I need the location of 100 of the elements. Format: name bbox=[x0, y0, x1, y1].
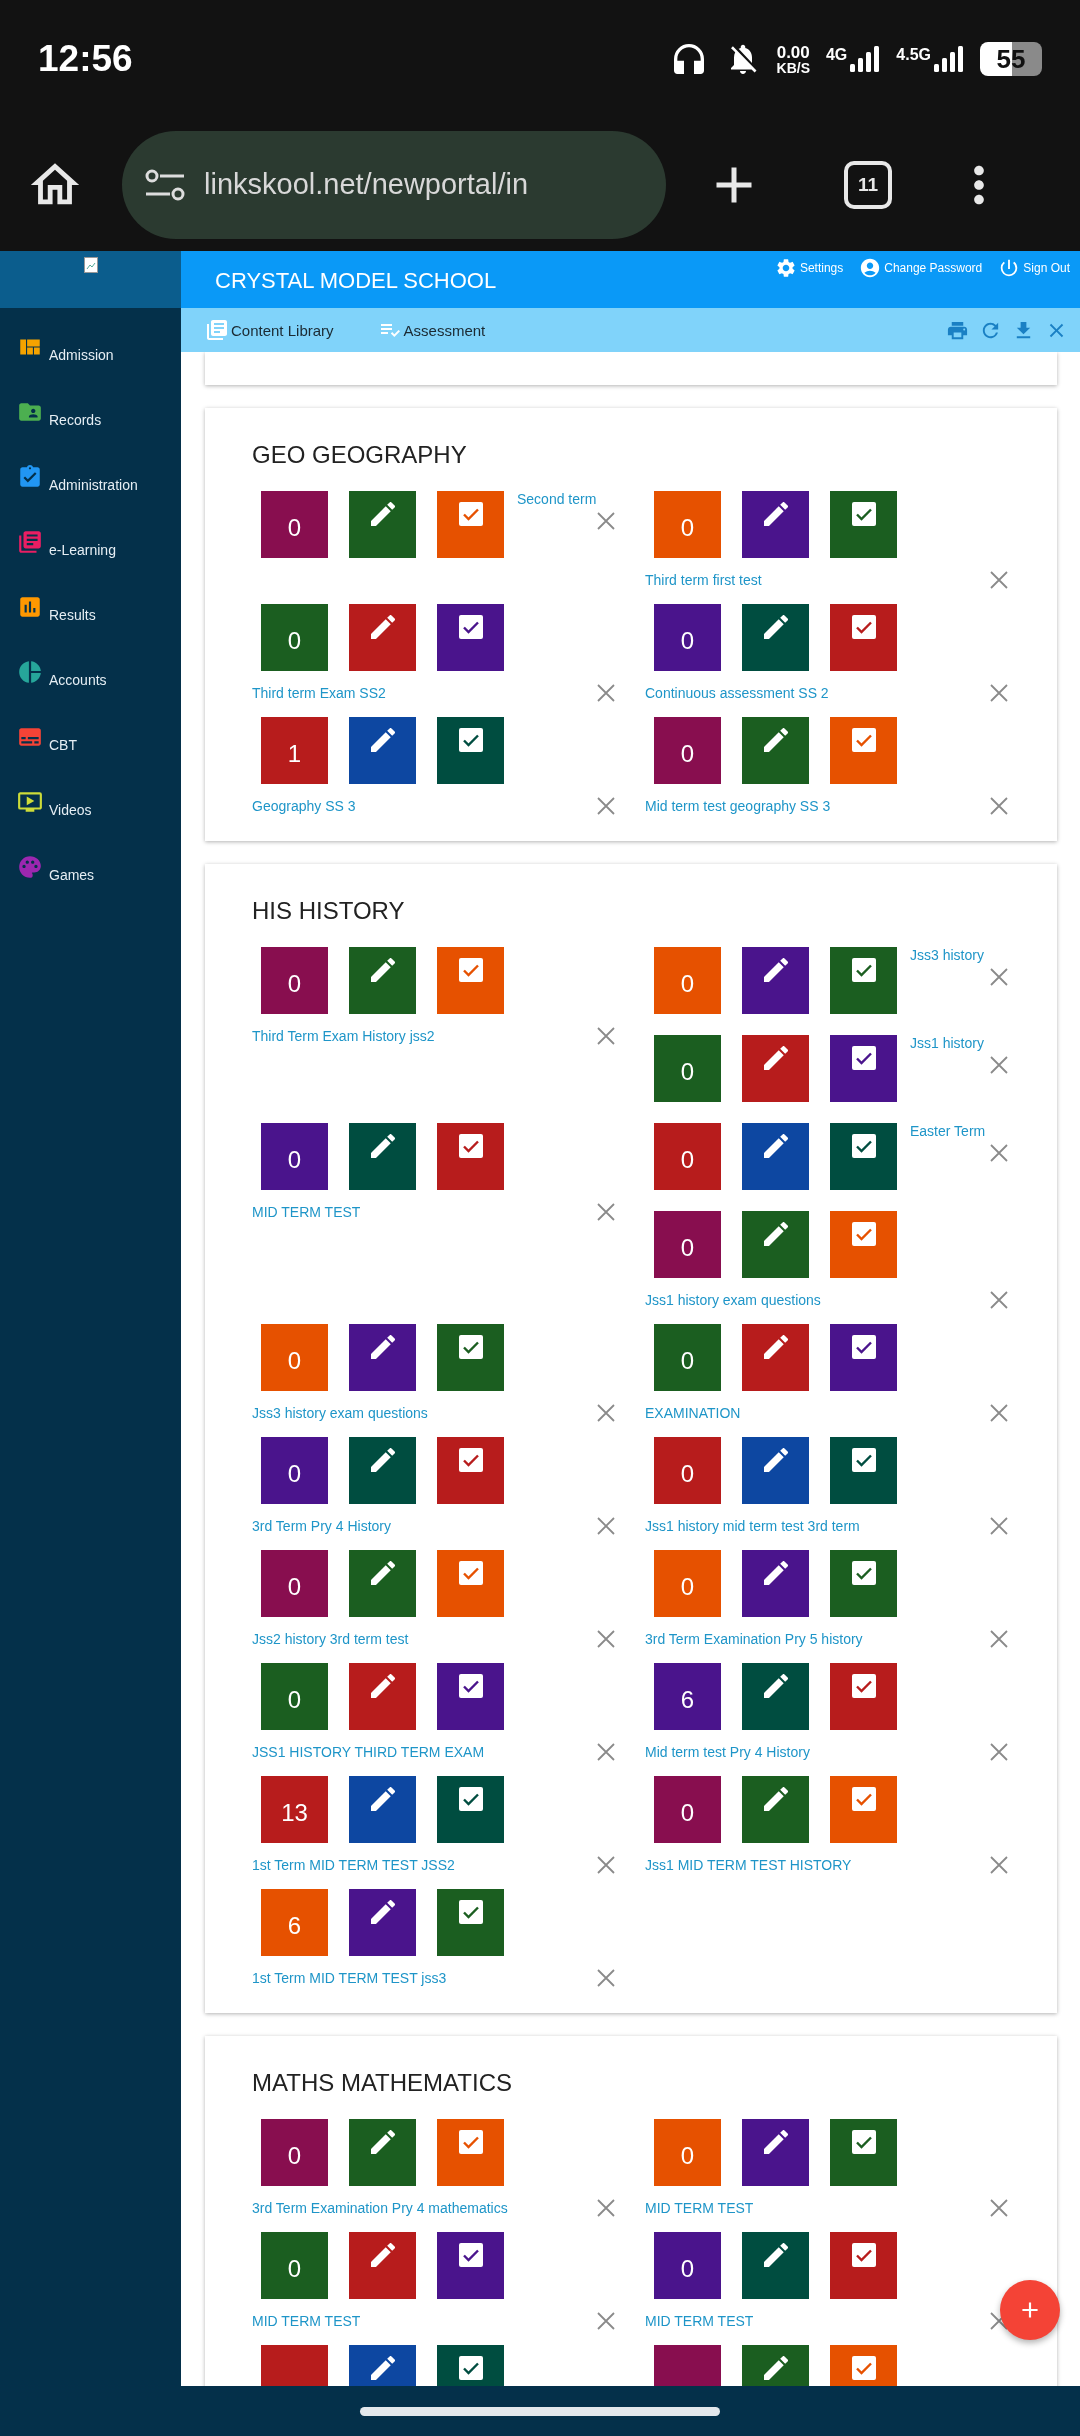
score-count[interactable]: 13 bbox=[261, 1776, 328, 1843]
url-field[interactable]: linkskool.net/newportal/in bbox=[122, 130, 666, 239]
sidebar-item[interactable]: Videos bbox=[0, 777, 181, 842]
mark-button[interactable] bbox=[437, 1663, 504, 1730]
assessment-link[interactable]: Jss3 history bbox=[910, 947, 1009, 963]
score-count[interactable]: 0 bbox=[654, 717, 721, 784]
mark-button[interactable] bbox=[830, 1123, 897, 1190]
close-icon[interactable] bbox=[596, 796, 616, 816]
edit-button[interactable] bbox=[742, 1550, 809, 1617]
edit-button[interactable] bbox=[349, 1776, 416, 1843]
assessment-link[interactable]: Jss1 history mid term test 3rd term bbox=[645, 1518, 860, 1534]
close-icon[interactable] bbox=[596, 1742, 616, 1762]
close-icon[interactable] bbox=[989, 570, 1009, 590]
sidebar-item[interactable]: Administration bbox=[0, 452, 181, 517]
assessment-link[interactable]: Geography SS 3 bbox=[252, 798, 356, 814]
score-count[interactable]: 6 bbox=[261, 1889, 328, 1956]
sidebar-item[interactable]: Records bbox=[0, 387, 181, 452]
edit-button[interactable] bbox=[349, 1663, 416, 1730]
edit-button[interactable] bbox=[742, 2232, 809, 2299]
assessment-link[interactable]: Mid term test geography SS 3 bbox=[645, 798, 831, 814]
edit-button[interactable] bbox=[349, 2119, 416, 2186]
score-count[interactable]: 0 bbox=[654, 604, 721, 671]
assessment-link[interactable]: MID TERM TEST bbox=[252, 2313, 361, 2329]
edit-button[interactable] bbox=[742, 491, 809, 558]
close-icon[interactable] bbox=[989, 1742, 1009, 1762]
edit-button[interactable] bbox=[742, 1035, 809, 1102]
mark-button[interactable] bbox=[437, 1889, 504, 1956]
assessment-link[interactable]: EXAMINATION bbox=[645, 1405, 741, 1421]
score-count[interactable]: 0 bbox=[654, 947, 721, 1014]
assessment-link[interactable]: JSS1 HISTORY THIRD TERM EXAM bbox=[252, 1744, 485, 1760]
mark-button[interactable] bbox=[830, 2119, 897, 2186]
edit-button[interactable] bbox=[742, 1123, 809, 1190]
assessment-link[interactable]: MID TERM TEST bbox=[645, 2200, 754, 2216]
mark-button[interactable] bbox=[437, 1123, 504, 1190]
assessment-link[interactable]: Continuous assessment SS 2 bbox=[645, 685, 829, 701]
assessment-link[interactable]: Jss3 history exam questions bbox=[252, 1405, 428, 1421]
edit-button[interactable] bbox=[742, 1663, 809, 1730]
edit-button[interactable] bbox=[349, 717, 416, 784]
edit-button[interactable] bbox=[349, 604, 416, 671]
assessment-link[interactable]: 3rd Term Examination Pry 4 mathematics bbox=[252, 2200, 508, 2216]
score-count[interactable]: 0 bbox=[654, 1776, 721, 1843]
edit-button[interactable] bbox=[349, 491, 416, 558]
sidebar-item[interactable]: Admission bbox=[0, 322, 181, 387]
mark-button[interactable] bbox=[830, 491, 897, 558]
close-icon[interactable] bbox=[989, 1290, 1009, 1310]
assessment-link[interactable]: MID TERM TEST bbox=[645, 2313, 754, 2329]
assessment-link[interactable]: Third term first test bbox=[645, 572, 762, 588]
assessment-link[interactable]: Third term Exam SS2 bbox=[252, 685, 386, 701]
score-count[interactable]: 0 bbox=[261, 491, 328, 558]
mark-button[interactable] bbox=[830, 1437, 897, 1504]
assessment-link[interactable]: Jss2 history 3rd term test bbox=[252, 1631, 409, 1647]
assessment-link[interactable]: Mid term test Pry 4 History bbox=[645, 1744, 810, 1760]
edit-button[interactable] bbox=[349, 1324, 416, 1391]
close-icon[interactable] bbox=[596, 1403, 616, 1423]
header-link[interactable]: Sign Out bbox=[998, 257, 1070, 279]
score-count[interactable]: 0 bbox=[261, 1663, 328, 1730]
score-count[interactable]: 0 bbox=[654, 1324, 721, 1391]
assessment-link[interactable]: 3rd Term Examination Pry 5 history bbox=[645, 1631, 863, 1647]
edit-button[interactable] bbox=[742, 2119, 809, 2186]
score-count[interactable]: 0 bbox=[261, 604, 328, 671]
mark-button[interactable] bbox=[437, 1776, 504, 1843]
score-count[interactable]: 0 bbox=[654, 2119, 721, 2186]
close-icon[interactable] bbox=[596, 2311, 616, 2331]
score-count[interactable]: 0 bbox=[261, 2232, 328, 2299]
mark-button[interactable] bbox=[830, 2232, 897, 2299]
assessment-link[interactable]: 3rd Term Pry 4 History bbox=[252, 1518, 391, 1534]
edit-button[interactable] bbox=[742, 717, 809, 784]
close-icon[interactable] bbox=[596, 2198, 616, 2218]
close-icon[interactable] bbox=[989, 2198, 1009, 2218]
toolbar-tab[interactable]: Assessment bbox=[377, 318, 486, 342]
close-icon[interactable] bbox=[989, 1629, 1009, 1649]
edit-button[interactable] bbox=[349, 1437, 416, 1504]
assessment-link[interactable]: 1st Term MID TERM TEST JSS2 bbox=[252, 1857, 455, 1873]
close-icon[interactable] bbox=[989, 1855, 1009, 1875]
close-icon[interactable] bbox=[596, 1202, 616, 1222]
edit-button[interactable] bbox=[349, 1550, 416, 1617]
mark-button[interactable] bbox=[437, 717, 504, 784]
edit-button[interactable] bbox=[742, 1211, 809, 1278]
score-count[interactable]: 0 bbox=[261, 1324, 328, 1391]
close-icon[interactable] bbox=[989, 1516, 1009, 1536]
close-icon[interactable] bbox=[596, 1855, 616, 1875]
header-link[interactable]: Settings bbox=[774, 257, 844, 279]
assessment-link[interactable]: Easter Term bbox=[910, 1123, 1009, 1139]
score-count[interactable]: 0 bbox=[261, 947, 328, 1014]
mark-button[interactable] bbox=[830, 1663, 897, 1730]
edit-button[interactable] bbox=[742, 1776, 809, 1843]
mark-button[interactable] bbox=[830, 1324, 897, 1391]
close-icon[interactable] bbox=[989, 683, 1009, 703]
edit-button[interactable] bbox=[349, 1123, 416, 1190]
score-count[interactable]: 0 bbox=[654, 1550, 721, 1617]
assessment-link[interactable]: Third Term Exam History jss2 bbox=[252, 1028, 435, 1044]
score-count[interactable]: 0 bbox=[261, 1123, 328, 1190]
edit-button[interactable] bbox=[349, 1889, 416, 1956]
close-icon[interactable] bbox=[989, 967, 1009, 987]
sidebar-item[interactable]: CBT bbox=[0, 712, 181, 777]
score-count[interactable]: 6 bbox=[654, 1663, 721, 1730]
assessment-link[interactable]: Jss1 history bbox=[910, 1035, 1009, 1051]
close-icon[interactable] bbox=[596, 1968, 616, 1988]
sidebar-item[interactable]: Games bbox=[0, 842, 181, 907]
score-count[interactable]: 0 bbox=[654, 1437, 721, 1504]
